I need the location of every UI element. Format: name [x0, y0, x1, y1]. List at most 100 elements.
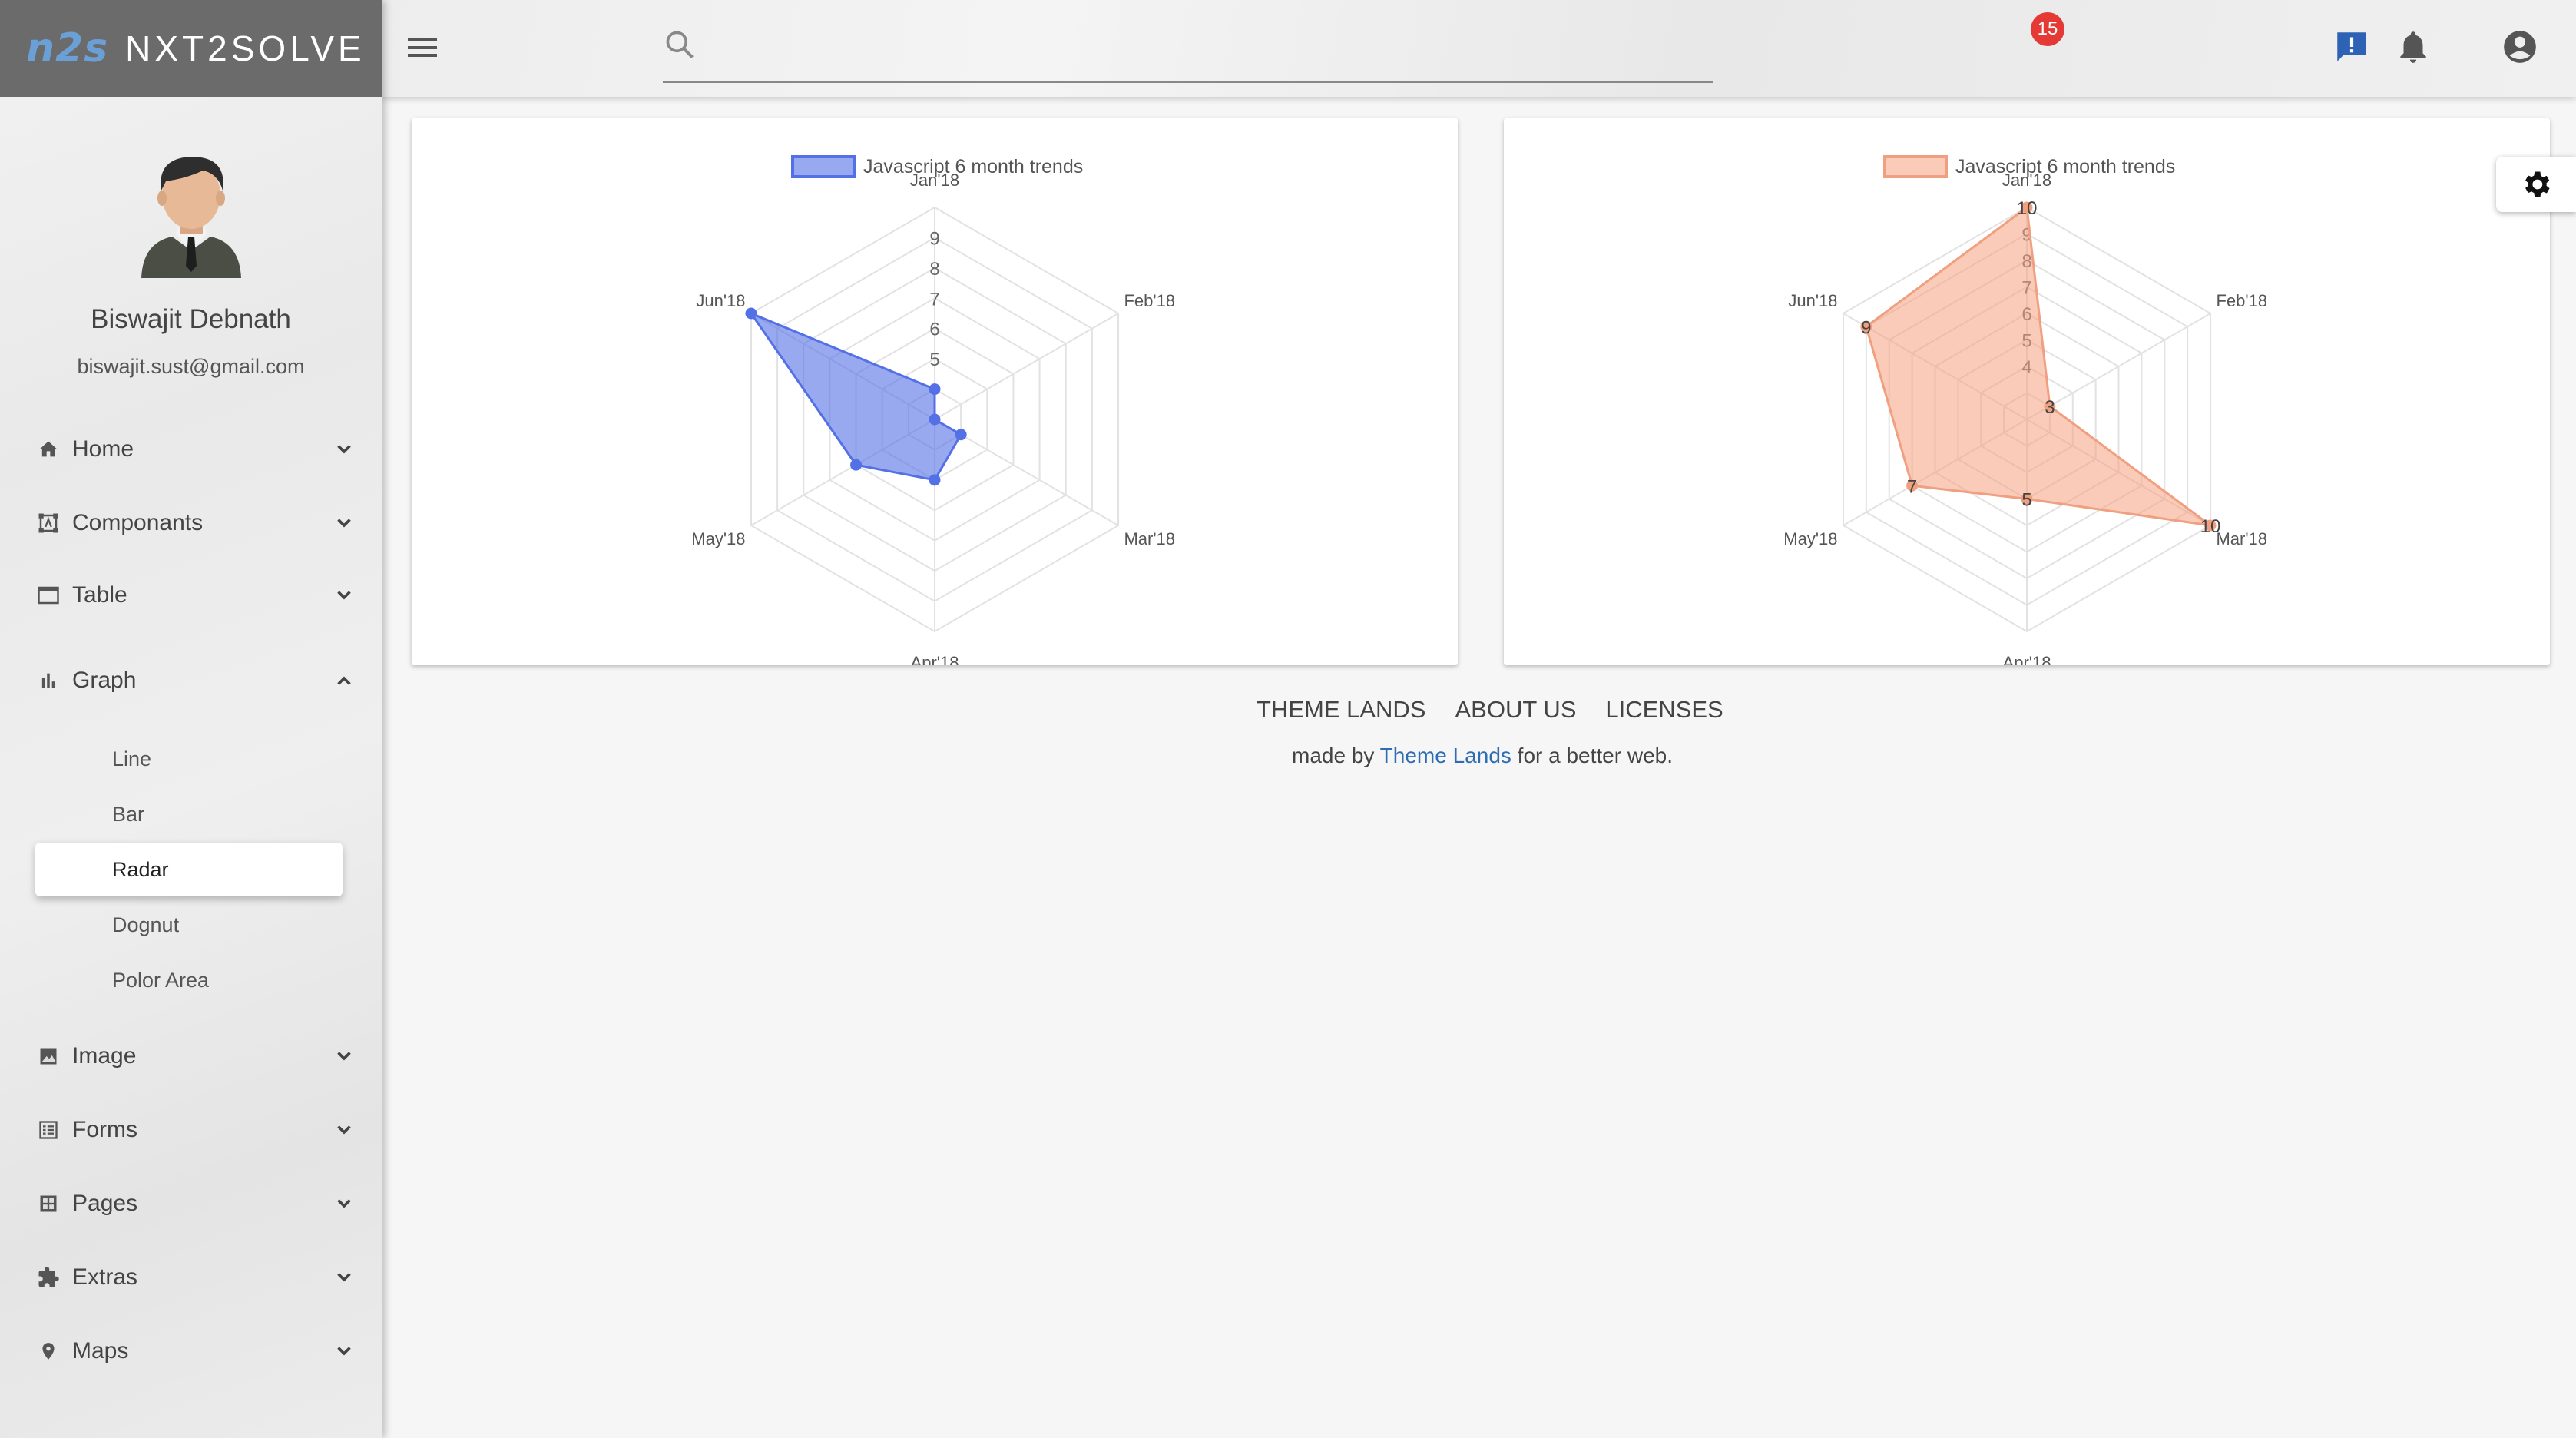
chevron-down-icon [337, 1199, 351, 1208]
brand-name: NXT2SOLVE [125, 28, 366, 68]
sidebar-item-extras[interactable]: Extras [35, 1254, 358, 1300]
axis-label: May'18 [1783, 529, 1837, 548]
sidebar-item-label: Maps [72, 1338, 129, 1363]
sidebar-item-forms[interactable]: Forms [35, 1107, 358, 1153]
data-label: 5 [2021, 490, 2031, 511]
sidebar-item-componants[interactable]: Componants [35, 500, 358, 546]
settings-button[interactable] [2496, 157, 2576, 212]
footer-link-licenses[interactable]: LICENSES [1605, 696, 1723, 724]
data-label: 7 [1907, 476, 1917, 497]
sidebar-item-label: Table [72, 582, 127, 608]
chevron-down-icon [337, 591, 351, 600]
sidebar: n2s NXT2SOLVE Biswajit Debnath biswajit.… [0, 0, 382, 1438]
axis-label: Jun'18 [1788, 291, 1837, 310]
tick-label: 9 [929, 228, 939, 249]
legend-label: Javascript 6 month trends [863, 156, 1083, 177]
radar-chart-1: 56789Jan'18Feb'18Mar'18Apr'18May'18Jun'1… [691, 155, 1175, 665]
notification-badge: 15 [2031, 12, 2064, 46]
axis-label: May'18 [691, 529, 745, 548]
sidebar-subitem-radar[interactable]: Radar [35, 843, 343, 896]
footer-link-theme-lands[interactable]: THEME LANDS [1257, 696, 1425, 724]
chevron-down-icon [337, 1273, 351, 1282]
extras-icon [35, 1264, 61, 1291]
radar-chart-card-2: 45678910Jan'18Feb'18Mar'18Apr'18May'18Ju… [1504, 118, 2550, 665]
footer-link-about-us[interactable]: ABOUT US [1455, 696, 1576, 724]
data-point [850, 459, 863, 471]
user-email: biswajit.sust@gmail.com [77, 355, 305, 378]
data-point [745, 307, 757, 320]
radar-chart-card-1: 5 6 7 8 9 Jan'18 Feb'18 Mar'18 Apr'18 May'18 Jun'1… [412, 118, 1458, 665]
avatar [141, 157, 241, 278]
brand-logo: n2s [26, 25, 109, 71]
sidebar-subitem-bar[interactable]: Bar [35, 787, 343, 841]
footer-credit: made by Theme Lands for a better web. [1292, 744, 1673, 768]
components-icon [35, 510, 61, 536]
search-icon[interactable] [663, 28, 697, 61]
brand-bar[interactable]: n2s NXT2SOLVE [0, 0, 382, 97]
data-label: 9 [1861, 317, 1871, 338]
axis-label: Jun'18 [696, 291, 745, 310]
sidebar-item-label: Extras [72, 1264, 138, 1290]
data-area [1865, 205, 2211, 527]
search-input[interactable] [709, 23, 1700, 77]
bell-icon[interactable] [2394, 28, 2432, 66]
chevron-down-icon [337, 445, 351, 454]
sidebar-subitem-dognut[interactable]: Dognut [35, 898, 343, 952]
pages-icon [35, 1191, 61, 1217]
data-point [955, 429, 967, 441]
sidebar-item-label: Home [72, 436, 134, 462]
table-icon [35, 582, 61, 608]
sidebar-subitem-polor-area[interactable]: Polor Area [35, 953, 343, 1007]
axis-label: Apr'18 [2003, 653, 2051, 665]
hamburger-menu-icon[interactable] [405, 32, 440, 63]
legend-swatch [791, 155, 856, 178]
footer-credit-prefix: made by [1292, 744, 1380, 767]
top-header [382, 0, 2576, 97]
data-point [929, 413, 941, 426]
axis-label: Mar'18 [2216, 529, 2267, 548]
tick-label: 6 [929, 320, 939, 340]
forms-icon [35, 1117, 61, 1143]
account-icon[interactable] [2501, 28, 2539, 66]
data-point [929, 474, 941, 486]
home-icon [35, 436, 61, 462]
sidebar-item-label: Forms [72, 1117, 137, 1142]
sidebar-item-label: Componants [72, 510, 204, 535]
data-label: 10 [2200, 516, 2221, 537]
sidebar-item-label: Image [72, 1043, 137, 1069]
chevron-up-icon [337, 676, 351, 685]
sidebar-item-image[interactable]: Image [35, 1033, 358, 1079]
sidebar-item-maps[interactable]: Maps [35, 1328, 358, 1374]
user-name: Biswajit Debnath [91, 304, 291, 334]
sidebar-item-graph[interactable]: Graph [35, 658, 358, 704]
tick-label: 5 [929, 350, 939, 370]
data-label: 10 [2017, 198, 2038, 219]
footer-credit-suffix: for a better web. [1511, 744, 1673, 767]
chevron-down-icon [337, 1347, 351, 1356]
graph-icon [35, 668, 61, 694]
sidebar-subitem-line[interactable]: Line [35, 732, 343, 786]
sidebar-item-pages[interactable]: Pages [35, 1181, 358, 1227]
image-icon [35, 1043, 61, 1069]
tick-label: 8 [929, 259, 939, 280]
chevron-down-icon [337, 1125, 351, 1135]
axis-label: Feb'18 [1124, 291, 1175, 310]
map-pin-icon [35, 1338, 61, 1364]
gear-icon [2525, 171, 2550, 197]
tick-label: 7 [929, 289, 939, 310]
sidebar-item-label: Pages [72, 1191, 138, 1216]
footer-links: THEME LANDS ABOUT US LICENSES [1257, 696, 1723, 724]
sidebar-item-home[interactable]: Home [35, 426, 358, 472]
data-label: 3 [2045, 397, 2055, 418]
data-point [929, 383, 941, 396]
chevron-down-icon [337, 1052, 351, 1061]
grid-spoke [934, 313, 1119, 420]
profile: Biswajit Debnath biswajit.sust@gmail.com [0, 97, 382, 379]
feedback-icon[interactable] [2333, 28, 2371, 66]
chevron-down-icon [337, 519, 351, 528]
axis-label: Apr'18 [911, 653, 959, 665]
footer-credit-link[interactable]: Theme Lands [1380, 744, 1511, 767]
sidebar-item-table[interactable]: Table [35, 572, 358, 618]
radar-chart-2: 45678910Jan'18Feb'18Mar'18Apr'18May'18Ju… [1783, 155, 2267, 665]
sidebar-item-label: Graph [72, 668, 137, 693]
